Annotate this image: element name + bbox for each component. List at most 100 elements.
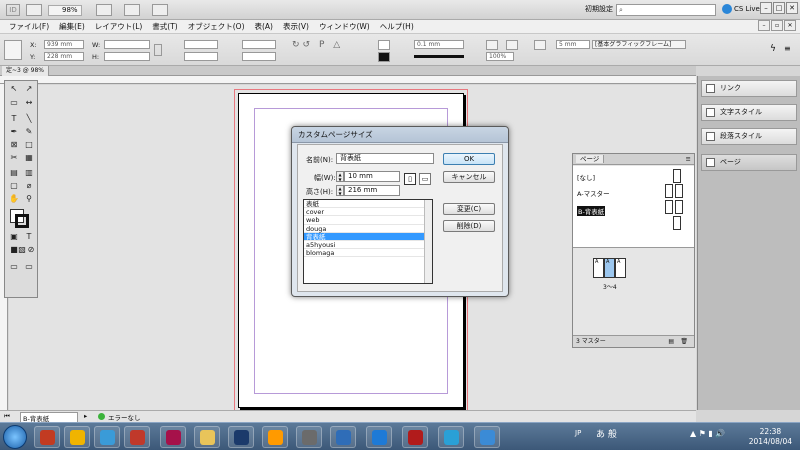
menu-help[interactable]: ヘルプ(H) xyxy=(375,20,419,33)
eyedropper-tool-icon[interactable]: ⌀ xyxy=(22,180,36,191)
master-a-thumb-right[interactable] xyxy=(675,184,683,198)
stroke-type-select[interactable] xyxy=(414,55,464,58)
dock-item-paragraph-styles[interactable]: 段落スタイル xyxy=(701,128,797,145)
page-thumb-3[interactable]: A xyxy=(593,258,604,278)
menu-window[interactable]: ウィンドウ(W) xyxy=(314,20,375,33)
fill-swatch-icon[interactable] xyxy=(378,40,390,50)
page-size-list-item[interactable]: cover xyxy=(304,208,432,217)
page-size-list[interactable]: 表紙 cover web douga 背表紙 a5hyousi blomaga xyxy=(303,199,433,284)
portrait-orientation-icon[interactable]: ▯ xyxy=(404,173,416,185)
taskbar-app-button[interactable] xyxy=(330,426,356,448)
stroke-swatch-icon[interactable] xyxy=(378,52,390,62)
gap-tool-icon[interactable]: ↔ xyxy=(22,97,36,108)
doc-minimize-button[interactable]: – xyxy=(758,20,770,31)
master-a-thumb-bottom-right[interactable] xyxy=(675,200,683,214)
master-b[interactable]: B-背表紙 xyxy=(577,206,606,216)
scissors-tool-icon[interactable]: ✂ xyxy=(7,152,21,163)
rectangle-frame-tool-icon[interactable]: ⊠ xyxy=(7,139,21,150)
menu-file[interactable]: ファイル(F) xyxy=(4,20,54,33)
master-a[interactable]: A-マスター xyxy=(577,188,610,198)
start-button[interactable] xyxy=(3,425,27,449)
master-a-thumb-left[interactable] xyxy=(665,184,673,198)
taskbar-app-button[interactable] xyxy=(402,426,428,448)
master-a-thumb-bottom-left[interactable] xyxy=(665,200,673,214)
gradient-tool-icon[interactable]: ▤ xyxy=(7,167,21,178)
text-format-icon[interactable]: T xyxy=(22,231,36,242)
menu-edit[interactable]: 編集(E) xyxy=(54,20,90,33)
transform-buttons[interactable]: ↻↺ P △ xyxy=(292,40,344,62)
width-input[interactable]: 10 mm xyxy=(344,171,400,182)
x-input[interactable]: 939 mm xyxy=(44,40,84,49)
h-input[interactable] xyxy=(104,52,150,61)
taskbar-app-button[interactable] xyxy=(474,426,500,448)
taskbar-app-button[interactable] xyxy=(64,426,90,448)
screen-mode-icon[interactable] xyxy=(124,4,140,16)
page-tool-icon[interactable]: ▭ xyxy=(7,97,21,108)
page-size-list-item[interactable]: douga xyxy=(304,225,432,233)
direct-selection-tool-icon[interactable]: ↗ xyxy=(22,83,36,94)
container-format-icon[interactable]: ▣ xyxy=(7,231,21,242)
object-style-select[interactable]: [基本グラフィックフレーム] xyxy=(592,40,686,49)
tray-icons[interactable]: ▲ ⚑ ▮ 🔊 xyxy=(690,429,725,438)
y-input[interactable]: 228 mm xyxy=(44,52,84,61)
gradient-feather-tool-icon[interactable]: ▥ xyxy=(22,167,36,178)
master-none-thumb[interactable] xyxy=(673,169,681,183)
taskbar-app-button[interactable] xyxy=(262,426,288,448)
taskbar-app-button[interactable] xyxy=(94,426,120,448)
menu-layout[interactable]: レイアウト(L) xyxy=(90,20,148,33)
doc-restore-button[interactable]: ▫ xyxy=(771,20,783,31)
height-input[interactable]: 216 mm xyxy=(344,185,400,196)
ime-language[interactable]: JP xyxy=(575,429,581,437)
stroke-color-icon[interactable] xyxy=(15,214,29,228)
master-b-thumb[interactable] xyxy=(673,216,681,230)
zoom-tool-icon[interactable]: ⚲ xyxy=(22,193,36,204)
page-size-list-item[interactable]: 表紙 xyxy=(304,200,432,209)
new-page-icon[interactable]: ▤ xyxy=(668,336,674,348)
menu-type[interactable]: 書式(T) xyxy=(147,20,182,33)
height-stepper[interactable]: ▲ ▼ xyxy=(336,185,344,196)
panel-menu-icon[interactable]: ≡ xyxy=(784,44,791,53)
page-nav-first-icon[interactable]: ⏮ xyxy=(4,412,10,421)
page-size-list-item[interactable]: web xyxy=(304,216,432,225)
taskbar-app-button[interactable] xyxy=(34,426,60,448)
taskbar-app-button[interactable] xyxy=(228,426,254,448)
line-tool-icon[interactable]: ╲ xyxy=(22,113,36,124)
view-options-icon[interactable] xyxy=(96,4,112,16)
page-thumb-spine[interactable]: A xyxy=(604,258,615,278)
page-thumb-4[interactable]: A xyxy=(615,258,626,278)
apply-none-icon[interactable]: ⊘ xyxy=(24,244,38,255)
doc-close-button[interactable]: ✕ xyxy=(784,20,796,31)
zoom-select[interactable]: 98% xyxy=(48,5,82,16)
scale-y-input[interactable] xyxy=(184,52,218,61)
hand-tool-icon[interactable]: ✋ xyxy=(7,193,21,204)
pages-panel-tab[interactable]: ページ xyxy=(576,155,605,163)
page-size-list-item[interactable]: a5hyousi xyxy=(304,241,432,250)
delete-button[interactable]: 削除(D) xyxy=(443,220,495,232)
w-input[interactable] xyxy=(104,40,150,49)
ime-mode[interactable]: あ 般 xyxy=(596,427,617,440)
document-tab[interactable]: 定~3 @ 98% xyxy=(2,66,49,76)
menu-table[interactable]: 表(A) xyxy=(250,20,278,33)
type-tool-icon[interactable]: T xyxy=(7,113,21,124)
master-none[interactable]: [なし] xyxy=(577,172,595,182)
taskbar-app-button[interactable] xyxy=(124,426,150,448)
name-input[interactable]: 背表紙 xyxy=(336,153,434,164)
taskbar-app-button[interactable] xyxy=(160,426,186,448)
close-button[interactable]: ✕ xyxy=(786,2,798,14)
dock-item-pages[interactable]: ページ xyxy=(701,154,797,171)
taskbar-app-button[interactable] xyxy=(366,426,392,448)
selection-tool-icon[interactable]: ↖ xyxy=(7,83,21,94)
stroke-weight-select[interactable]: 0.1 mm xyxy=(414,40,464,49)
preflight-status[interactable]: エラーなし xyxy=(108,412,141,422)
normal-view-icon[interactable]: ▭ xyxy=(7,261,21,272)
page-size-list-item[interactable]: blomaga xyxy=(304,249,432,258)
effects-icon[interactable] xyxy=(486,40,498,50)
rectangle-tool-icon[interactable]: □ xyxy=(22,139,36,150)
transform-tool-icon[interactable]: ▦ xyxy=(22,152,36,163)
rotation-input[interactable] xyxy=(242,40,276,49)
note-tool-icon[interactable]: ▢ xyxy=(7,180,21,191)
page-nav-next-icon[interactable]: ▸ xyxy=(84,412,87,420)
horizontal-ruler[interactable] xyxy=(0,76,696,84)
landscape-orientation-icon[interactable]: ▭ xyxy=(419,173,431,185)
pencil-tool-icon[interactable]: ✎ xyxy=(22,126,36,137)
